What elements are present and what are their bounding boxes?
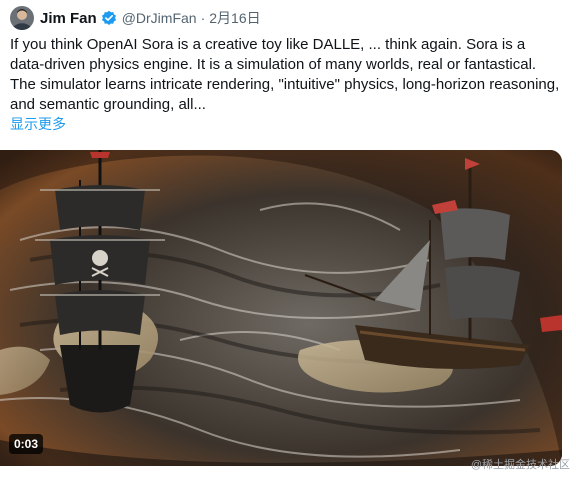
video-player[interactable] (0, 150, 562, 466)
tweet-text: If you think OpenAI Sora is a creative t… (10, 36, 560, 113)
author-handle[interactable]: @DrJimFan (122, 10, 197, 26)
video-thumbnail (0, 150, 562, 466)
watermark: @稀土掘金技术社区 (470, 459, 570, 471)
header-separator: · (200, 10, 206, 26)
verified-badge-icon (101, 10, 117, 26)
author-name[interactable]: Jim Fan (40, 10, 97, 27)
tweet-date[interactable]: 2月16日 (209, 8, 260, 28)
video-duration-badge: 0:03 (9, 434, 44, 454)
avatar[interactable] (10, 6, 34, 30)
tweet-header: Jim Fan @DrJimFan · 2月16日 (10, 6, 261, 30)
tweet-card: Jim Fan @DrJimFan · 2月16日 If you think O… (0, 0, 576, 478)
show-more-link[interactable]: 显示更多 (10, 114, 66, 134)
